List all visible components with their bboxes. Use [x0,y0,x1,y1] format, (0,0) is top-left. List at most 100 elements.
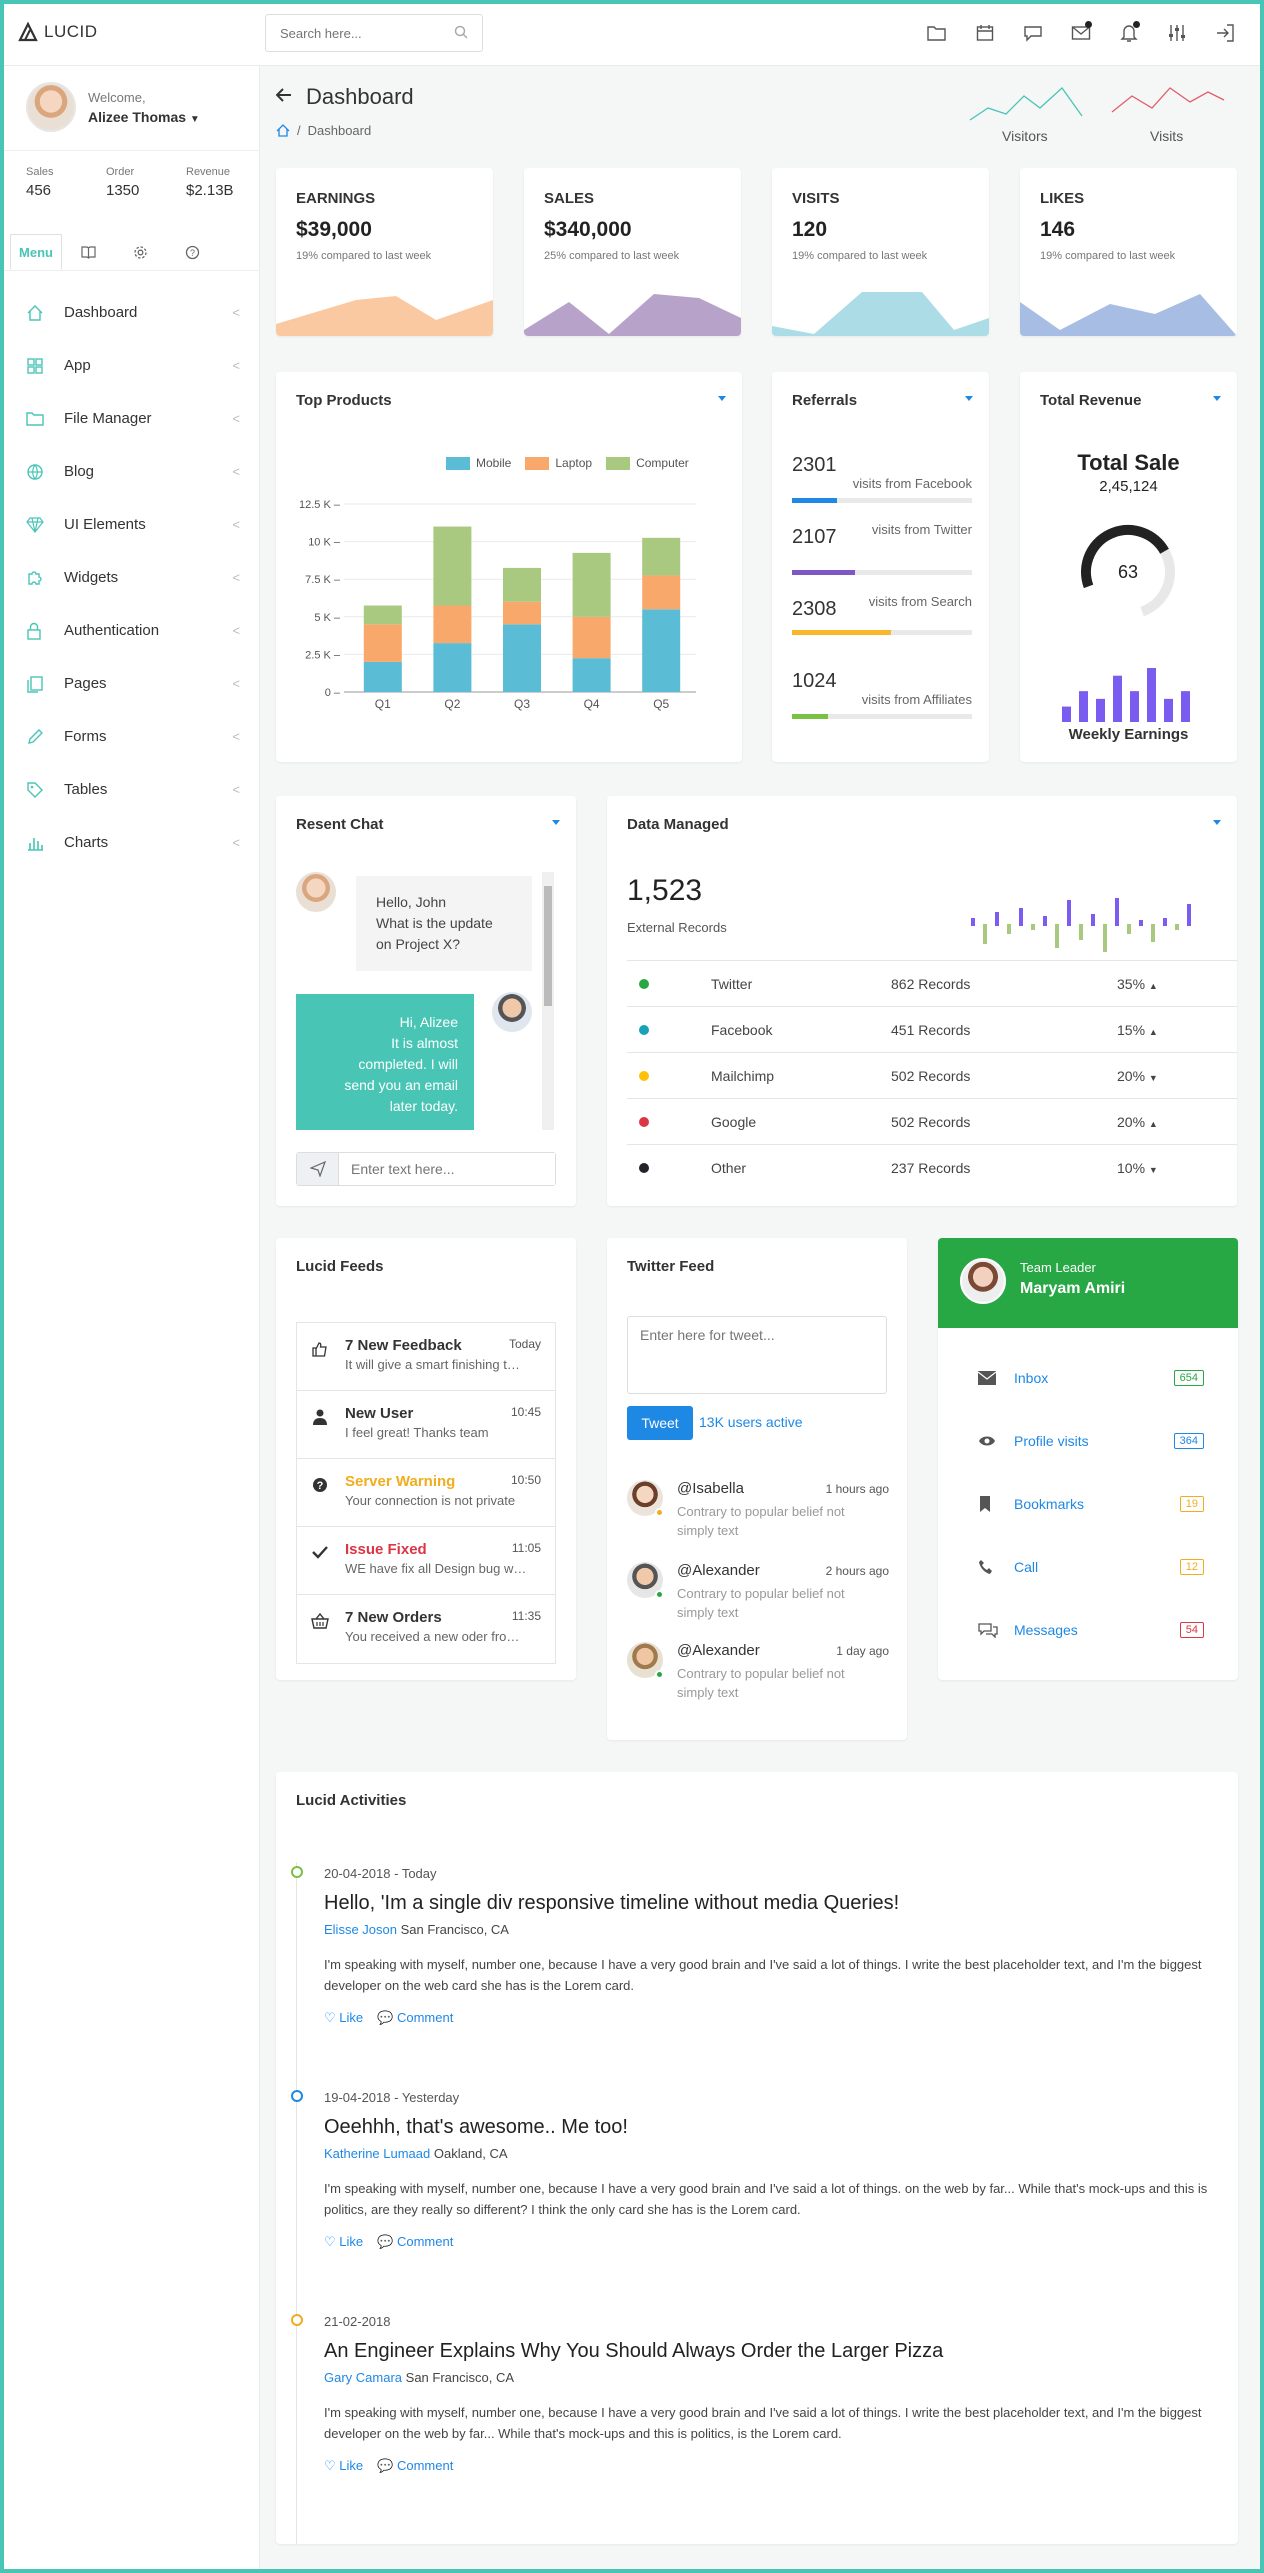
list-item[interactable]: New User I feel great! Thanks team 10:45 [297,1391,555,1459]
comment-button[interactable]: 💬 Comment [377,2010,453,2026]
list-item[interactable]: 7 New Feedback It will give a smart finis… [297,1323,555,1391]
author-link[interactable]: Elisse Joson [324,1922,397,1937]
stat-value: 456 [26,182,52,199]
likes-card: LIKES 146 19% compared to last week [1020,168,1237,336]
like-button[interactable]: ♡ Like [324,2010,363,2026]
folder-icon[interactable] [924,20,950,46]
author-link[interactable]: Katherine Lumaad [324,2146,430,2161]
tab-book[interactable] [62,234,114,270]
bar-computer-q5[interactable] [642,537,681,576]
scrollbar-thumb[interactable] [544,886,552,1006]
chevron-left-icon: < [232,676,240,691]
search-input[interactable] [265,14,483,52]
like-button[interactable]: ♡ Like [324,2234,363,2250]
avatar[interactable] [26,82,76,132]
tweet-button[interactable]: Tweet [627,1406,693,1440]
bar-laptop-q3[interactable] [503,601,541,625]
referral-label: visits from Search [868,594,972,609]
sidebar-item-charts[interactable]: Charts < [4,816,260,869]
search-icon[interactable] [454,25,468,39]
sidebar-item-authentication[interactable]: Authentication < [4,604,260,657]
sidebar-item-app[interactable]: App < [4,339,260,392]
table-row[interactable]: Other 237 Records 10% ▼ [627,1144,1237,1190]
activity-title[interactable]: An Engineer Explains Why You Should Alwa… [324,2340,943,2363]
caret-down-icon[interactable] [1213,396,1221,401]
activity-body: I'm speaking with myself, number one, be… [324,2405,1202,2441]
avatar[interactable] [960,1258,1006,1304]
comment-button[interactable]: 💬 Comment [377,2234,453,2250]
sidebar-item-widgets[interactable]: Widgets < [4,551,260,604]
users-active-link[interactable]: 13K users active [699,1414,803,1430]
bar-mobile-q5[interactable] [642,609,681,692]
bar-mobile-q1[interactable] [363,661,402,692]
legend-mobile[interactable]: Mobile [446,456,511,470]
bar-mobile-q4[interactable] [572,658,611,692]
tab-settings[interactable] [114,234,166,270]
chat-input[interactable] [339,1153,555,1185]
data-managed-card: Data Managed 1,523 External Records Twit… [607,796,1237,1206]
sliders-icon[interactable] [1164,20,1190,46]
bar-computer-q1[interactable] [363,605,402,625]
caret-down-icon[interactable] [718,396,726,401]
tweet-input[interactable] [627,1316,887,1394]
caret-down-icon[interactable] [1213,820,1221,825]
feed-title: New User [345,1405,414,1422]
tweet-text: Contrary to popular belief not simply te… [677,1586,845,1620]
envelope-icon[interactable] [1068,20,1094,46]
logout-icon[interactable] [1212,20,1238,46]
bar-laptop-q4[interactable] [572,616,611,659]
sidebar-item-pages[interactable]: Pages < [4,657,260,710]
bar-computer-q4[interactable] [572,552,611,617]
bar-computer-q3[interactable] [503,567,541,602]
divider [4,270,260,271]
bar-laptop-q1[interactable] [363,624,402,662]
chat-icon[interactable] [1020,20,1046,46]
team-menu-inbox[interactable]: Inbox 654 [978,1366,1204,1390]
sidebar-item-blog[interactable]: Blog < [4,445,260,498]
list-item[interactable]: ? Server Warning Your connection is not pr… [297,1459,555,1527]
team-menu-call[interactable]: Call 12 [978,1555,1204,1579]
list-item[interactable]: 7 New Orders You received a new oder from… [297,1595,555,1663]
team-menu-messages[interactable]: Messages 54 [978,1618,1204,1642]
bar-mobile-q3[interactable] [503,624,541,692]
user-name-dropdown[interactable]: Alizee Thomas ▼ [88,109,200,125]
caret-down-icon[interactable] [552,820,560,825]
like-button[interactable]: ♡ Like [324,2458,363,2474]
bar-laptop-q5[interactable] [642,575,681,610]
bell-icon[interactable] [1116,20,1142,46]
table-row[interactable]: Facebook 451 Records 15% ▲ [627,1006,1237,1052]
author-link[interactable]: Gary Camara [324,2370,402,2385]
sidebar-item-ui-elements[interactable]: UI Elements < [4,498,260,551]
bar-computer-q2[interactable] [433,526,472,606]
calendar-icon[interactable] [972,20,998,46]
table-row[interactable]: Mailchimp 502 Records 20% ▼ [627,1052,1237,1098]
feed-description: It will give a smart finishing to your s… [345,1357,527,1372]
caret-down-icon[interactable] [965,396,973,401]
table-row[interactable]: Twitter 862 Records 35% ▲ [627,960,1237,1006]
send-button[interactable] [297,1153,339,1185]
team-menu-profile-visits[interactable]: Profile visits 364 [978,1429,1204,1453]
tab-help[interactable]: ? [166,234,218,270]
team-menu-bookmarks[interactable]: Bookmarks 19 [978,1492,1204,1516]
comment-button[interactable]: 💬 Comment [377,2458,453,2474]
list-item[interactable]: Issue Fixed WE have fix all Design bug wi… [297,1527,555,1595]
sidebar-item-tables[interactable]: Tables < [4,763,260,816]
tab-menu[interactable]: Menu [10,234,62,270]
sidebar-item-file-manager[interactable]: File Manager < [4,392,260,445]
brand-logo[interactable]: LUCID [18,22,98,42]
breadcrumb: / Dashboard [276,123,371,138]
legend-computer[interactable]: Computer [606,456,689,470]
arrow-left-icon[interactable] [276,88,292,102]
bar-laptop-q2[interactable] [433,605,472,644]
bar-mobile-q2[interactable] [433,643,472,692]
sidebar-item-dashboard[interactable]: Dashboard < [4,286,260,339]
activity-title[interactable]: Hello, 'Im a single div responsive timel… [324,1892,899,1915]
home-icon[interactable] [276,124,290,137]
sidebar-item-forms[interactable]: Forms < [4,710,260,763]
chat-scrollbar[interactable] [542,872,554,1130]
table-row[interactable]: Google 502 Records 20% ▲ [627,1098,1237,1144]
legend-laptop[interactable]: Laptop [525,456,592,470]
chat-messages[interactable]: Hello, John What is the update on Projec… [296,872,540,1130]
sidebar-item-label: Widgets [64,569,119,586]
activity-title[interactable]: Oeehhh, that's awesome.. Me too! [324,2116,628,2139]
